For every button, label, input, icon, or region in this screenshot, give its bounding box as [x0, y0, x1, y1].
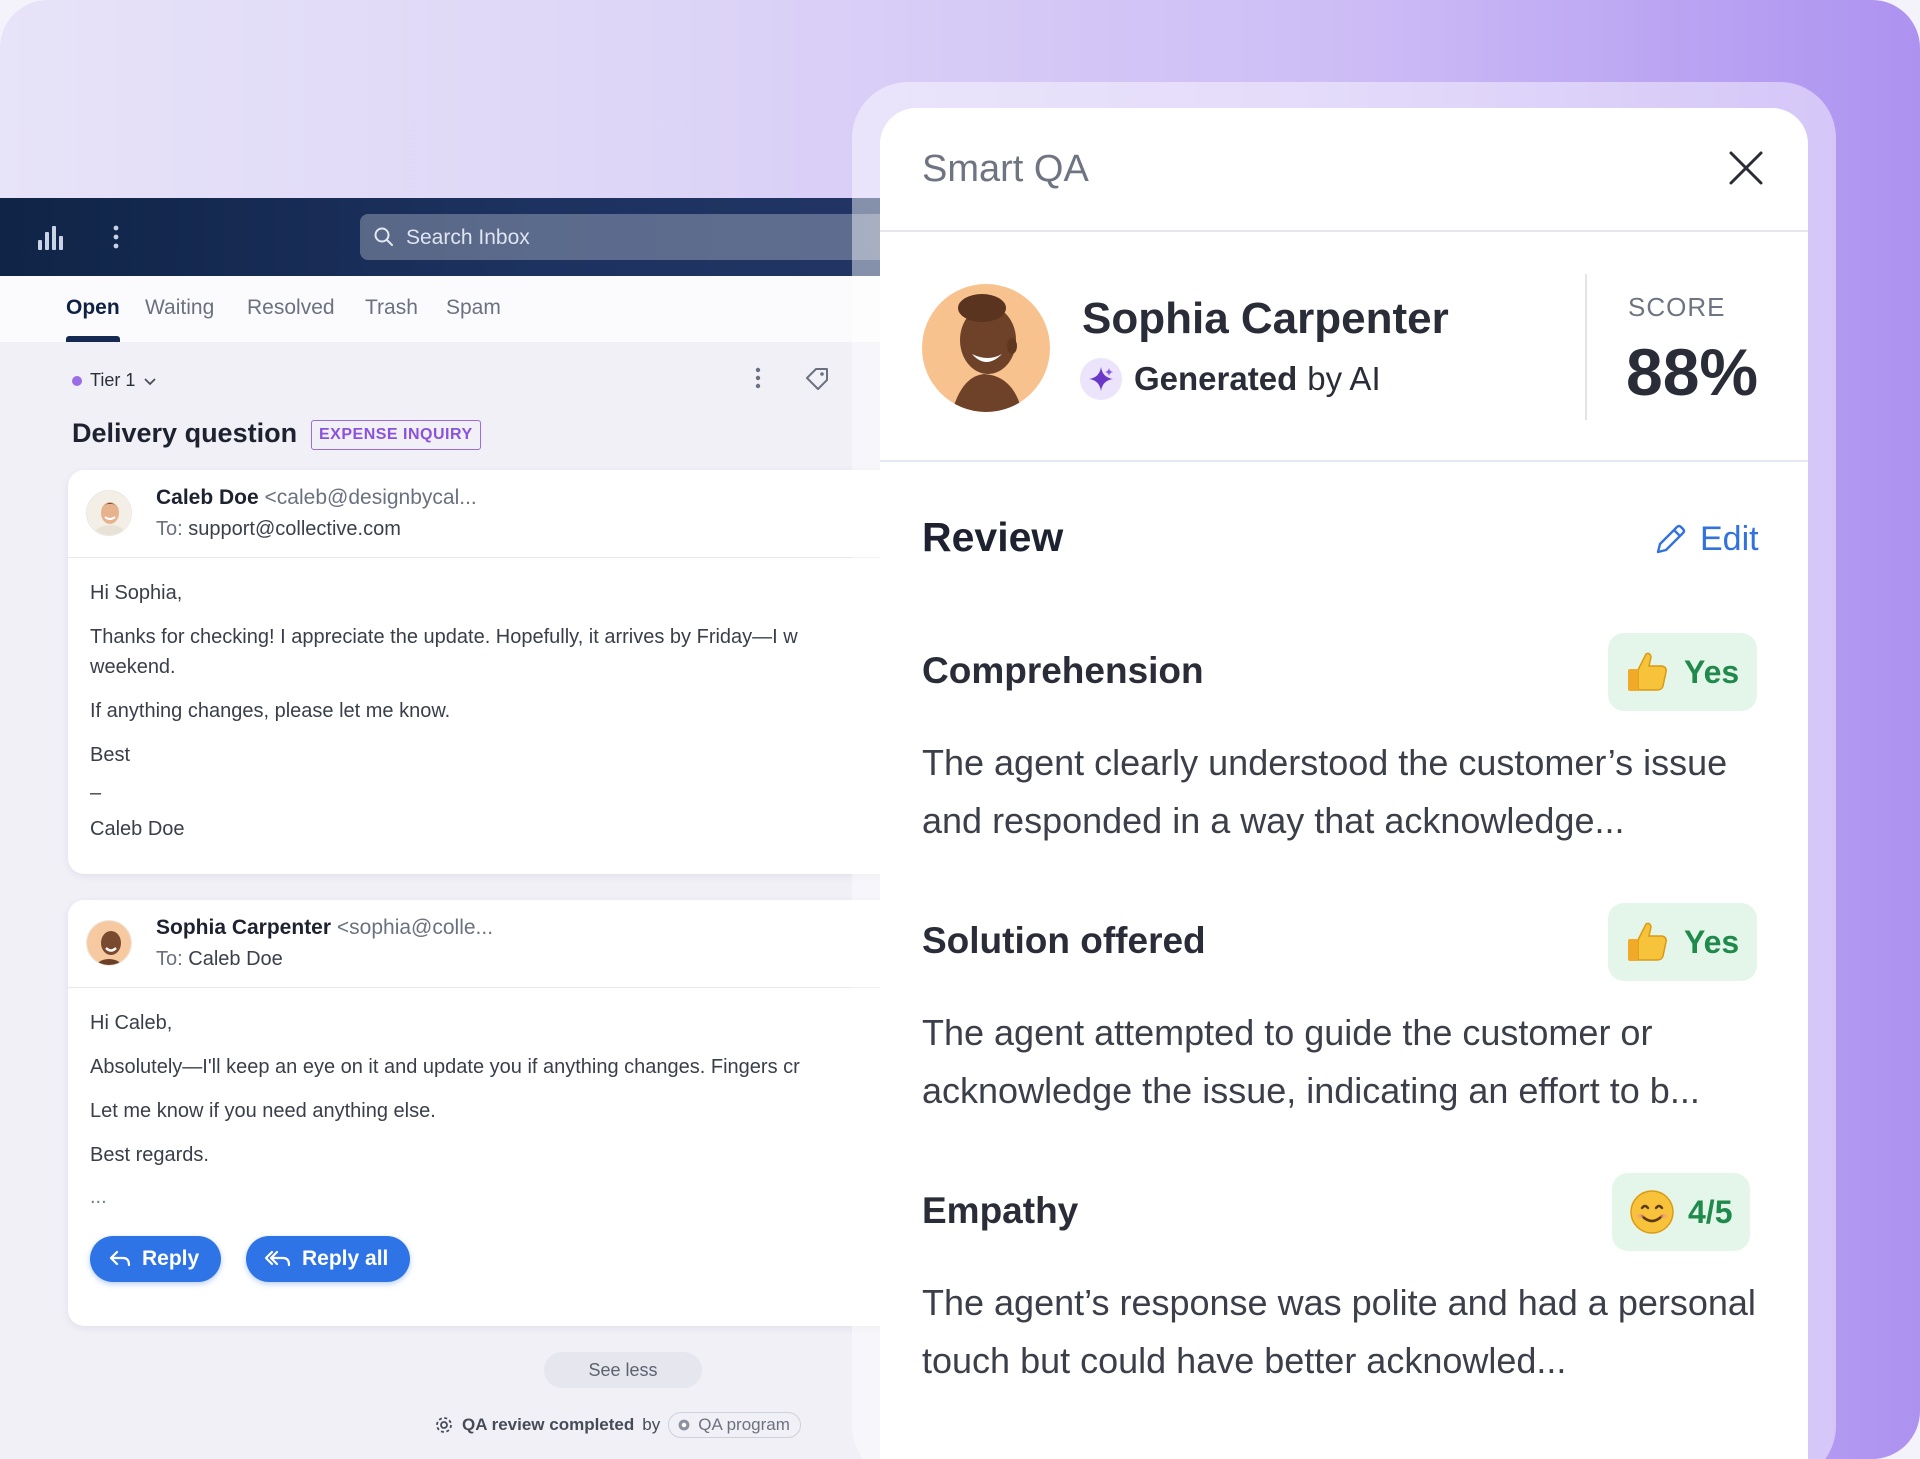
sender-line: Caleb Doe <caleb@designbycal...	[156, 486, 477, 510]
criterion-rating: 4/5	[1688, 1193, 1733, 1230]
smiley-icon	[1630, 1190, 1674, 1234]
tier-dropdown[interactable]: Tier 1	[72, 370, 157, 391]
reply-icon	[109, 1250, 131, 1267]
review-heading: Review	[922, 514, 1064, 560]
generated-suffix: by AI	[1307, 360, 1381, 397]
edit-label: Edit	[1700, 520, 1759, 558]
analytics-icon[interactable]	[36, 222, 66, 252]
sender-name: Caleb Doe	[156, 486, 259, 509]
tab-trash[interactable]: Trash	[365, 296, 418, 320]
smart-qa-panel: Smart QA Sophia Carpenter Generated by A…	[880, 108, 1808, 1459]
qa-completed-text: QA review completed	[462, 1415, 635, 1434]
tier-label: Tier 1	[90, 370, 136, 390]
qa-program-label: QA program	[698, 1415, 790, 1434]
thumbs-up-icon	[1628, 652, 1667, 691]
sparkle-icon	[1080, 358, 1122, 400]
criterion-description: The agent clearly understood the custome…	[922, 742, 1728, 841]
search-inbox-input[interactable]: Search Inbox	[360, 214, 900, 260]
message-line: Let me know if you need anything else.	[90, 1100, 436, 1122]
conversation-subject: Delivery question	[72, 418, 298, 448]
expand-quoted-ellipsis[interactable]: ...	[90, 1186, 107, 1209]
more-options-icon[interactable]	[108, 222, 124, 252]
close-icon[interactable]	[1726, 148, 1766, 188]
tag-icon[interactable]	[802, 364, 832, 394]
reply-all-label: Reply all	[302, 1247, 389, 1270]
search-placeholder: Search Inbox	[406, 226, 530, 249]
gear-icon	[436, 1417, 452, 1433]
thumbs-up-icon	[1628, 922, 1667, 961]
score-label: SCORE	[1628, 292, 1726, 322]
see-less-button[interactable]: See less	[544, 1352, 702, 1388]
tab-spam[interactable]: Spam	[446, 296, 501, 320]
sender-line: Sophia Carpenter <sophia@colle...	[156, 916, 493, 940]
recipient: support@collective.com	[188, 518, 401, 540]
score-value: 88%	[1626, 335, 1759, 409]
sender-email: <caleb@designbycal...	[264, 486, 477, 509]
message-line: Absolutely—I'll keep an eye on it and up…	[90, 1056, 800, 1078]
search-icon	[374, 227, 393, 246]
message-line: Caleb Doe	[90, 818, 185, 840]
to-label: To:	[156, 948, 183, 970]
qa-by-text: by	[642, 1415, 661, 1434]
message-card-sophia: Sophia Carpenter <sophia@colle... To: Ca…	[68, 900, 928, 1326]
generated-prefix: Generated	[1134, 360, 1298, 397]
message-card-caleb: Caleb Doe <caleb@designbycal... To: supp…	[68, 470, 928, 874]
agent-avatar	[922, 284, 1050, 412]
conversation-more-icon[interactable]	[752, 364, 764, 392]
pencil-icon	[1656, 524, 1686, 553]
agent-name: Sophia Carpenter	[1082, 294, 1449, 343]
recipient-line: To: support@collective.com	[156, 518, 401, 541]
criterion-name: Solution offered	[922, 920, 1206, 961]
criterion-name: Comprehension	[922, 650, 1204, 691]
tab-waiting[interactable]: Waiting	[145, 296, 214, 320]
tab-resolved[interactable]: Resolved	[247, 296, 335, 320]
to-label: To:	[156, 518, 183, 540]
message-line: Best regards.	[90, 1144, 209, 1166]
sender-name: Sophia Carpenter	[156, 916, 332, 939]
recipient: Caleb Doe	[188, 948, 283, 970]
message-line: Hi Caleb,	[90, 1012, 173, 1034]
criterion-rating: Yes	[1684, 653, 1740, 690]
recipient-line: To: Caleb Doe	[156, 948, 283, 971]
reply-button[interactable]: Reply	[90, 1236, 222, 1282]
sender-email: <sophia@colle...	[336, 916, 494, 939]
criterion-name: Empathy	[922, 1190, 1079, 1231]
message-line: weekend.	[90, 656, 176, 678]
expense-inquiry-badge: EXPENSE INQUIRY	[311, 420, 481, 450]
divider	[880, 230, 1808, 232]
message-line: Thanks for checking! I appreciate the up…	[90, 626, 798, 648]
message-header: Sophia Carpenter <sophia@colle... To: Ca…	[68, 900, 928, 988]
avatar-sophia	[86, 920, 132, 966]
message-line: If anything changes, please let me know.	[90, 700, 451, 722]
message-line: Hi Sophia,	[90, 582, 183, 604]
inbox-topbar: Search Inbox	[0, 198, 900, 276]
inbox-window: Search Inbox Open Waiting Resolved Trash…	[0, 198, 928, 1459]
divider	[880, 460, 1808, 462]
qa-review-status: QA review completed by QA program	[434, 1412, 801, 1438]
message-line: –	[90, 782, 102, 804]
message-line: Best	[90, 744, 131, 766]
score-divider	[1585, 274, 1587, 420]
reply-all-button[interactable]: Reply all	[246, 1236, 411, 1282]
gear-icon	[678, 1419, 690, 1431]
reply-label: Reply	[142, 1247, 200, 1270]
criterion-description: The agent’s response was polite and had …	[922, 1282, 1756, 1381]
avatar-caleb	[86, 490, 132, 536]
tab-open[interactable]: Open	[66, 296, 120, 320]
ai-generated-label: Generated by AI	[1080, 358, 1381, 400]
reply-all-icon	[264, 1250, 291, 1267]
message-header: Caleb Doe <caleb@designbycal... To: supp…	[68, 470, 928, 558]
tier-dot	[72, 375, 82, 386]
inbox-tabs: Open Waiting Resolved Trash Spam	[0, 276, 900, 342]
criterion-rating-badge: Yes	[1608, 633, 1758, 711]
qa-program-chip[interactable]: QA program	[668, 1412, 801, 1438]
criterion-rating-badge: Yes	[1608, 903, 1758, 981]
panel-title: Smart QA	[922, 148, 1089, 190]
criterion-rating: Yes	[1684, 923, 1740, 960]
criterion-rating-badge: 4/5	[1612, 1173, 1751, 1251]
criterion-description: The agent attempted to guide the custome…	[922, 1012, 1700, 1111]
chevron-down-icon	[144, 377, 156, 385]
edit-review-button[interactable]: Edit	[1652, 520, 1759, 559]
